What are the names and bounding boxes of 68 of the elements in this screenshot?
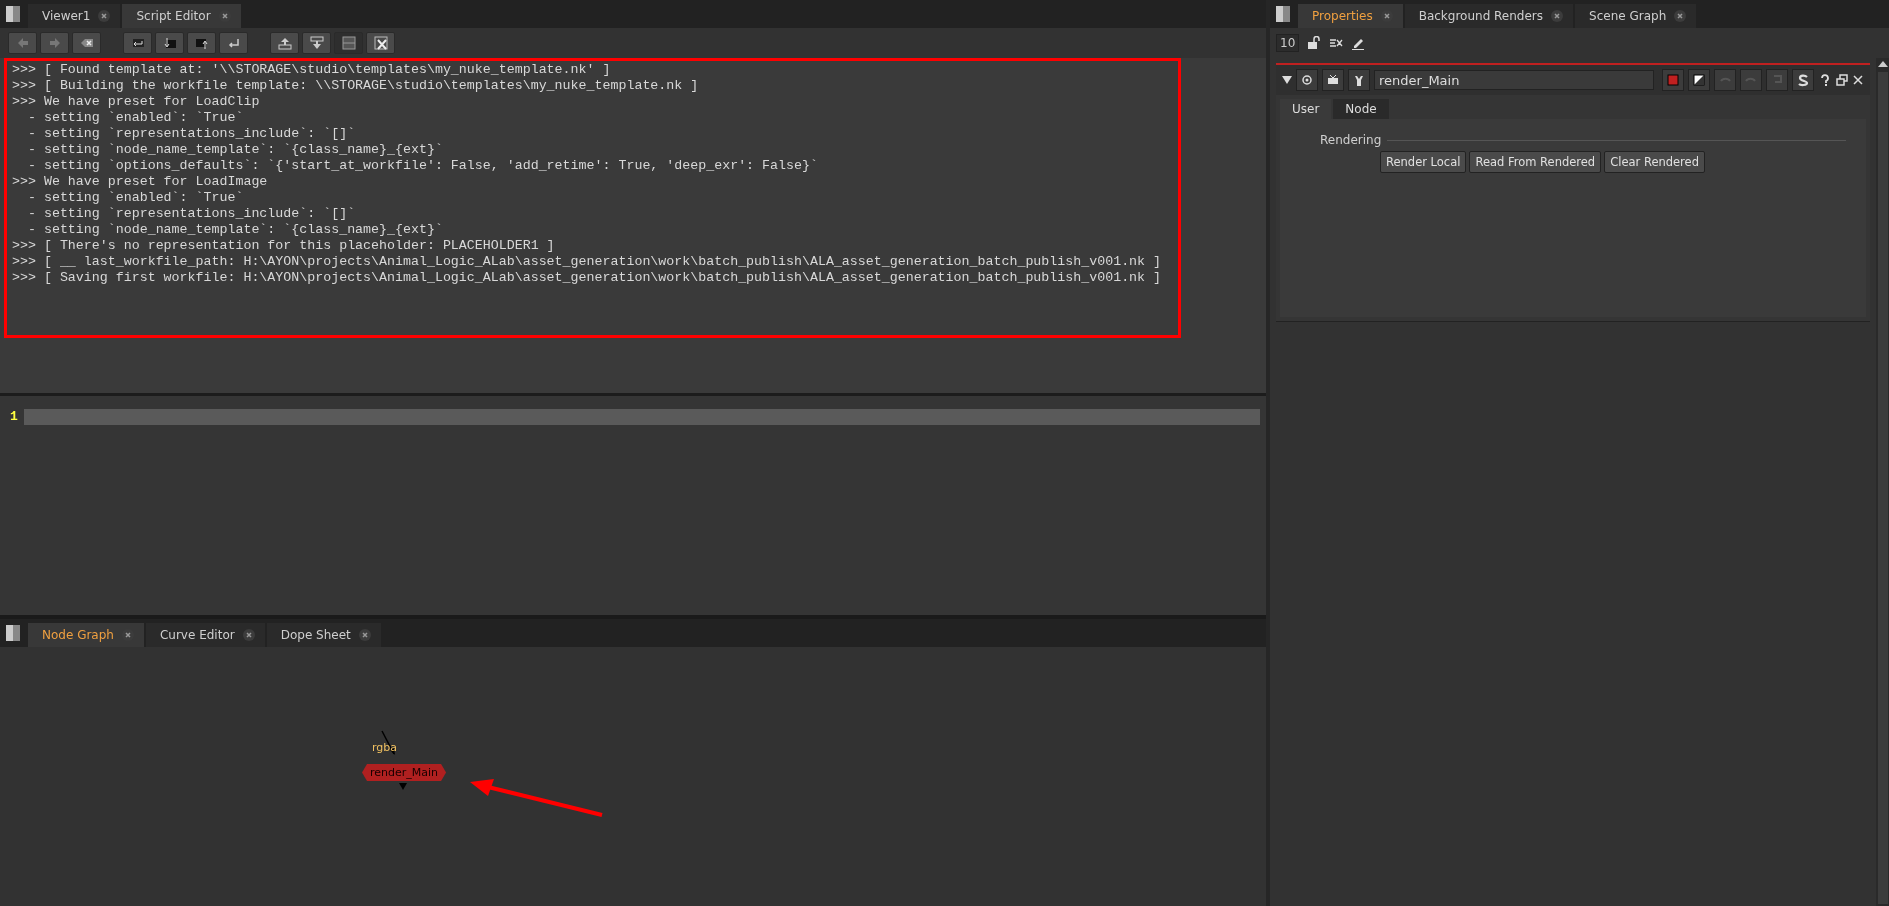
output-line: - setting `node_name_template`: `{class_name}_{ext}`	[26, 222, 444, 238]
input-label: rgba	[372, 741, 398, 754]
icon-button[interactable]	[1688, 69, 1710, 91]
color-swatch-icon	[1666, 73, 1680, 87]
tab[interactable]: Scene Graph	[1575, 4, 1697, 28]
output-line: >>> [ There's no representation for this placeholder: PLACEHOLDER1 ]	[12, 238, 556, 254]
output-line: >>> [ Found template at: '\\STORAGE\studio\templates\my_nuke_template.nk' ]	[12, 62, 612, 78]
collapse-icon[interactable]	[1282, 76, 1292, 84]
line-number: 1	[10, 409, 18, 425]
pencil-icon[interactable]	[1351, 36, 1366, 50]
output-line: - setting `node_name_template`: `{class_name}_{ext}`	[26, 142, 444, 158]
close-icon[interactable]	[1852, 74, 1864, 86]
tab[interactable]: Dope Sheet	[266, 623, 381, 647]
tab[interactable]: Viewer1	[28, 4, 121, 28]
circle-icon	[1300, 73, 1314, 87]
toolbar-button[interactable]	[72, 32, 101, 54]
render-button[interactable]: Read From Rendered	[1469, 151, 1602, 173]
scrollbar[interactable]	[1876, 58, 1889, 906]
tab[interactable]: Background Renders	[1404, 4, 1574, 28]
split-layout-icon	[340, 36, 357, 50]
tab[interactable]: User	[1280, 99, 1332, 119]
max-panels-field[interactable]: 10	[1276, 34, 1300, 52]
toolbar-button[interactable]	[219, 32, 248, 54]
tab[interactable]: Node Graph	[28, 623, 144, 647]
clear-panels-icon[interactable]	[1329, 37, 1344, 49]
icon-button[interactable]	[1296, 69, 1318, 91]
output-arrow-icon	[399, 783, 407, 790]
close-icon[interactable]	[242, 629, 255, 641]
tab[interactable]: Curve Editor	[145, 623, 265, 647]
close-icon[interactable]	[1551, 10, 1564, 22]
output-line: >>> [ Saving first workfile: H:\AYON\projects\Animal_Logic_ALab\asset_generation\work\batch_publish\ALA_asset_generation_batch_publish_v001.nk ]	[12, 270, 1163, 286]
close-icon[interactable]	[1674, 10, 1687, 22]
download-icon	[308, 36, 325, 50]
render-button[interactable]: Clear Rendered	[1604, 151, 1705, 173]
output-line: - setting `enabled`: `True`	[26, 110, 245, 126]
output-line: >>> [ __ last_workfile_path: H:\AYON\projects\Animal_Logic_ALab\asset_generation\work\batch_publish\ALA_asset_generation_batch_publish_v001.nk ]	[12, 254, 1163, 270]
toolbar-button[interactable]	[270, 32, 299, 54]
help-icon[interactable]	[1818, 73, 1832, 87]
node-name-field[interactable]: render_Main	[1374, 70, 1654, 90]
toolbar-button[interactable]	[302, 32, 331, 54]
section-label: Rendering	[1320, 133, 1382, 147]
output-line: - setting `representations_include`: `[]`	[26, 206, 357, 222]
render-button[interactable]: Render Local	[1380, 151, 1467, 173]
clear-output-icon	[372, 36, 389, 50]
icon-button[interactable]	[1792, 69, 1814, 91]
load-up-icon	[193, 36, 210, 50]
toolbar-button[interactable]	[366, 32, 395, 54]
close-icon[interactable]	[358, 629, 371, 641]
close-icon[interactable]	[98, 10, 111, 22]
float-icon[interactable]	[1836, 74, 1848, 86]
s-letter-icon	[1796, 73, 1810, 87]
output-line: - setting `representations_include`: `[]`	[26, 126, 357, 142]
upload-icon	[276, 36, 293, 50]
output-line: - setting `enabled`: `True`	[26, 190, 245, 206]
output-line: >>> [ Building the workfile template: \\STORAGE\studio\templates\my_nuke_template.nk ]	[12, 78, 700, 94]
scroll-up-icon[interactable]	[1878, 61, 1888, 67]
tab[interactable]: Properties	[1298, 4, 1403, 28]
icon-button[interactable]	[1348, 69, 1370, 91]
color-swatch-icon	[1692, 73, 1706, 87]
lock-icon[interactable]	[1307, 36, 1322, 50]
input-field[interactable]	[23, 409, 1260, 425]
tab[interactable]: Script Editor	[122, 4, 241, 28]
viewer-icon	[1326, 73, 1340, 87]
output-line: - setting `options_defaults`: `{'start_at_workfile': False, 'add_retime': True, 'deep_exr': False}`	[26, 158, 819, 174]
output-line: >>> We have preset for LoadClip	[12, 94, 261, 110]
output-line: >>> We have preset for LoadImage	[12, 174, 269, 190]
icon-button[interactable]	[1322, 69, 1344, 91]
tab[interactable]: Node	[1333, 99, 1389, 119]
